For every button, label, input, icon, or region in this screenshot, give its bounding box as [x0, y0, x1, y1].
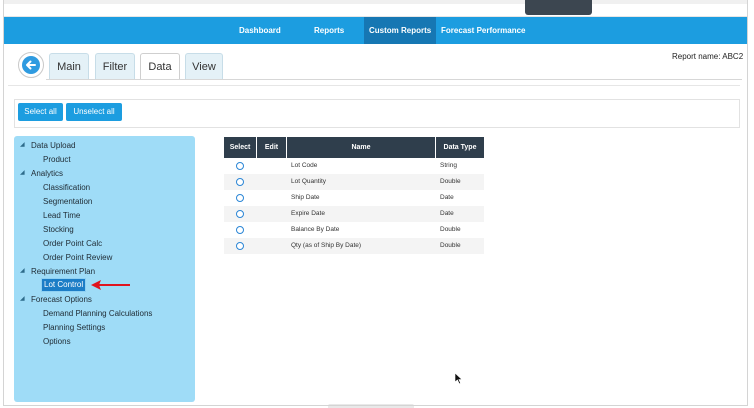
table-row: Qty (as of Ship By Date) Double: [224, 238, 484, 254]
tree-item-data-upload[interactable]: Data Upload: [31, 139, 75, 152]
table-row: Balance By Date Double: [224, 222, 484, 238]
row-select-radio[interactable]: [236, 194, 244, 202]
column-header-data-type[interactable]: Data Type: [436, 137, 484, 158]
triangle-down-icon[interactable]: ◢: [20, 265, 28, 278]
app-window: Dashboard Reports Custom Reports Forecas…: [0, 0, 754, 408]
top-menu-active-item[interactable]: [525, 0, 592, 15]
row-name: Expire Date: [291, 210, 325, 217]
mouse-pointer-icon: [454, 372, 463, 385]
annotation-arrow-icon: [91, 280, 130, 290]
back-button[interactable]: [18, 52, 44, 78]
row-name: Lot Quantity: [291, 178, 327, 185]
row-select-radio[interactable]: [236, 162, 244, 170]
row-data-type: String: [440, 162, 457, 169]
row-data-type: Double: [440, 226, 461, 233]
tree-item-planning-settings[interactable]: Planning Settings: [43, 321, 105, 334]
nav-custom-reports[interactable]: Custom Reports: [364, 17, 437, 44]
tree-item-product[interactable]: Product: [43, 153, 71, 166]
tree-item-order-point-review[interactable]: Order Point Review: [43, 251, 112, 264]
row-name: Qty (as of Ship By Date): [291, 242, 362, 249]
sub-navbar: Dashboard Reports Custom Reports Forecas…: [4, 17, 748, 44]
tree-item-lot-control[interactable]: Lot Control: [41, 278, 87, 292]
nav-forecast-performance[interactable]: Forecast Performance: [441, 17, 525, 44]
triangle-down-icon[interactable]: ◢: [20, 167, 28, 180]
column-header-select[interactable]: Select: [224, 137, 256, 158]
tree-item-forecast-options[interactable]: Forecast Options: [31, 293, 92, 306]
table-row: Lot Quantity Double: [224, 174, 484, 190]
arrow-left-icon: [26, 60, 36, 70]
nav-reports[interactable]: Reports: [314, 17, 344, 44]
row-select-radio[interactable]: [236, 210, 244, 218]
triangle-down-icon[interactable]: ◢: [20, 293, 28, 306]
scroll-hint: [328, 404, 414, 408]
select-all-button[interactable]: Select all: [18, 103, 63, 121]
tree-item-segmentation[interactable]: Segmentation: [43, 195, 92, 208]
row-data-type: Double: [440, 242, 461, 249]
report-name-label: Report name: ABC2: [672, 52, 744, 61]
tab-data[interactable]: Data: [140, 53, 180, 80]
tree-item-requirement-plan[interactable]: Requirement Plan: [31, 265, 95, 278]
table-row: Ship Date Date: [224, 190, 484, 206]
tab-view[interactable]: View: [185, 53, 223, 80]
table-row: Expire Date Date: [224, 206, 484, 222]
column-header-edit[interactable]: Edit: [257, 137, 286, 158]
triangle-down-icon[interactable]: ◢: [20, 139, 28, 152]
tree-item-order-point-calc[interactable]: Order Point Calc: [43, 237, 102, 250]
row-data-type: Date: [440, 210, 454, 217]
top-menu-strip: [4, 0, 748, 17]
row-select-radio[interactable]: [236, 242, 244, 250]
table-header: Select Edit Name Data Type: [224, 137, 484, 158]
row-data-type: Date: [440, 194, 454, 201]
column-header-name[interactable]: Name: [287, 137, 435, 158]
row-name: Balance By Date: [291, 226, 340, 233]
tree-item-demand-planning-calculations[interactable]: Demand Planning Calculations: [43, 307, 152, 320]
button-bar: [14, 99, 740, 128]
row-name: Lot Code: [291, 162, 318, 169]
tree-item-lead-time[interactable]: Lead Time: [43, 209, 80, 222]
row-data-type: Double: [440, 178, 461, 185]
row-select-radio[interactable]: [236, 178, 244, 186]
tab-filter[interactable]: Filter: [95, 53, 135, 80]
tree-item-stocking[interactable]: Stocking: [43, 223, 74, 236]
nav-dashboard[interactable]: Dashboard: [239, 17, 281, 44]
table-row: Lot Code String: [224, 158, 484, 174]
unselect-all-button[interactable]: Unselect all: [66, 103, 122, 121]
row-name: Ship Date: [291, 194, 320, 201]
row-select-radio[interactable]: [236, 226, 244, 234]
tree-item-options[interactable]: Options: [43, 335, 71, 348]
tab-main[interactable]: Main: [49, 53, 89, 80]
tree-item-classification[interactable]: Classification: [43, 181, 90, 194]
tree-item-analytics[interactable]: Analytics: [31, 167, 63, 180]
